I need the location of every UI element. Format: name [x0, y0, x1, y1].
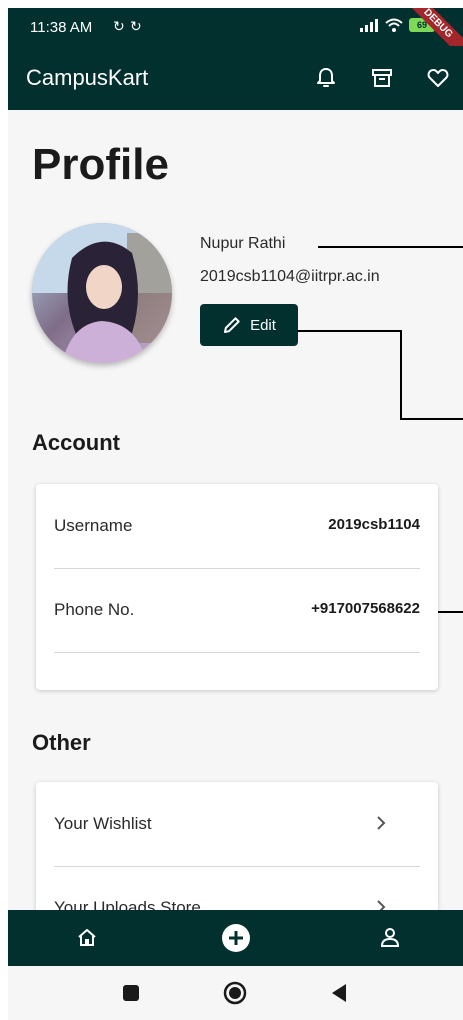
avatar: [32, 223, 172, 363]
account-section-title: Account: [32, 430, 120, 455]
chevron-right-icon: [377, 816, 386, 830]
signal-icon: [360, 19, 378, 32]
sync-icon: ↻: [130, 18, 142, 34]
pencil-icon: [224, 317, 240, 333]
home-circle-icon[interactable]: [223, 981, 247, 1005]
row-label: Your Uploads Store: [54, 898, 201, 910]
account-card: Username 2019csb1104 Phone No. +91700756…: [36, 484, 438, 690]
bottom-navigation: [8, 910, 463, 966]
profile-content[interactable]: Profile Nupur Rathi 2019csb1104@iitrpr.a…: [8, 110, 463, 910]
profile-name: Nupur Rathi: [200, 235, 286, 252]
row-value: 2019csb1104: [328, 516, 420, 533]
other-row-wishlist[interactable]: Your Wishlist: [54, 782, 420, 867]
edit-button-label: Edit: [250, 316, 276, 334]
wifi-icon: [385, 18, 403, 32]
other-row-uploads[interactable]: Your Uploads Store: [54, 866, 420, 910]
row-label: Phone No.: [54, 600, 135, 619]
system-navigation: [8, 966, 463, 1020]
person-icon[interactable]: [379, 926, 401, 948]
avatar-illustration: [32, 223, 172, 363]
sync-icon: ↻: [113, 18, 125, 34]
annotation-line: [298, 330, 401, 332]
archive-icon[interactable]: [370, 66, 394, 90]
account-row-phone: Phone No. +917007568622: [54, 568, 420, 653]
page-title: Profile: [32, 140, 169, 189]
row-label: Username: [54, 516, 133, 535]
heart-icon[interactable]: [426, 66, 450, 90]
profile-email: 2019csb1104@iitrpr.ac.in: [200, 268, 380, 285]
annotation-line: [318, 246, 463, 248]
back-icon[interactable]: [330, 983, 348, 1003]
phone-screen: 11:38 AM ↻ ↻ 69 DEBUG CampusKart Profile…: [8, 8, 463, 1020]
other-section-title: Other: [32, 730, 91, 755]
annotation-line: [400, 418, 463, 420]
account-row-username: Username 2019csb1104: [54, 484, 420, 569]
recents-icon[interactable]: [123, 985, 139, 1001]
bell-icon[interactable]: [314, 66, 338, 90]
chevron-right-icon: [377, 900, 386, 910]
annotation-line: [400, 330, 402, 420]
app-title: CampusKart: [26, 65, 149, 90]
home-icon[interactable]: [76, 926, 98, 948]
app-bar: CampusKart: [8, 46, 463, 110]
add-circle-icon[interactable]: [221, 923, 251, 953]
status-time: 11:38 AM: [30, 19, 93, 36]
other-card: Your Wishlist Your Uploads Store: [36, 782, 438, 910]
status-bar: 11:38 AM ↻ ↻ 69 DEBUG: [8, 8, 463, 68]
row-value: +917007568622: [311, 600, 420, 617]
edit-profile-button[interactable]: Edit: [200, 304, 298, 346]
row-label: Your Wishlist: [54, 814, 152, 833]
